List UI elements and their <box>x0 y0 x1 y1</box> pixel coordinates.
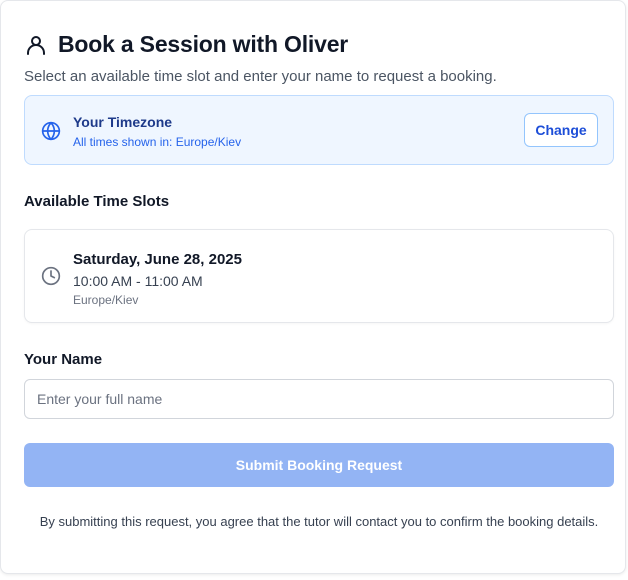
page-title: Book a Session with Oliver <box>58 31 349 57</box>
time-slots-heading: Available Time Slots <box>24 193 170 210</box>
slot-time: 10:00 AM - 11:00 AM <box>73 273 203 289</box>
timezone-title: Your Timezone <box>73 114 173 130</box>
time-slot-option[interactable]: Saturday, June 28, 2025 10:00 AM - 11:00… <box>24 229 614 323</box>
submit-booking-button[interactable]: Submit Booking Request <box>24 443 614 487</box>
timezone-panel: Your Timezone All times shown in: Europe… <box>24 95 614 165</box>
name-input[interactable] <box>24 379 614 419</box>
change-timezone-button[interactable]: Change <box>524 113 598 147</box>
page-subtitle: Select an available time slot and enter … <box>24 68 497 85</box>
globe-icon <box>41 121 61 141</box>
booking-card: Book a Session with Oliver Select an ava… <box>0 0 626 574</box>
slot-timezone: Europe/Kiev <box>73 293 139 307</box>
user-icon <box>27 35 45 55</box>
timezone-description: All times shown in: Europe/Kiev <box>73 135 242 149</box>
name-label: Your Name <box>24 351 103 368</box>
clock-icon <box>41 266 61 286</box>
disclaimer-text: By submitting this request, you agree th… <box>39 514 599 529</box>
header: Book a Session with Oliver <box>24 31 348 58</box>
slot-date: Saturday, June 28, 2025 <box>73 251 242 268</box>
